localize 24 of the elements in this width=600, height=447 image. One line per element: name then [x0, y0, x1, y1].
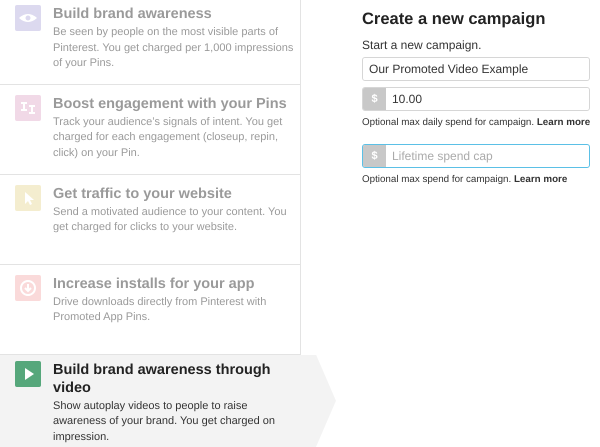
learn-more-link[interactable]: Learn more	[514, 174, 568, 185]
form-title: Create a new campaign	[362, 10, 546, 29]
objective-title: Boost engagement with your Pins	[53, 94, 288, 113]
objective-description: Track your audience’s signals of intent. You get charged for each engagement (closeup, repin, click) on your Pin.	[53, 114, 284, 161]
objective-description: Drive downloads directly from Pinterest with Promoted App Pins.	[53, 294, 268, 326]
objective-description: Be seen by people on the most visible parts of Pinterest. You get charged per 1,000 impressions of your Pins.	[53, 25, 294, 71]
dollar-prefix: $	[363, 145, 386, 167]
objective-option[interactable]: Build brand awareness through video Show autoplay videos to people to raise awareness of your brand. You get charged on impression.	[0, 354, 336, 447]
objective-title: Increase installs for your app	[53, 274, 256, 293]
amount-input[interactable]: 10.00	[386, 91, 590, 107]
objective-description: Show autoplay videos to people to raise awareness of your brand. You get charged on impression.	[53, 398, 276, 444]
amount-input[interactable]: Lifetime spend cap	[386, 148, 590, 164]
name-input[interactable]: Our Promoted Video Example	[369, 61, 590, 77]
campaign-name-field[interactable]: Our Promoted Video Example	[362, 57, 590, 81]
learn-more-link[interactable]: Learn more	[536, 117, 590, 128]
objective-title: Build brand awareness	[53, 5, 213, 23]
help-text: Optional max daily spend for campaign. Learn more	[362, 117, 590, 128]
objective-title: Get traffic to your website	[53, 184, 233, 203]
help-text: Optional max spend for campaign. Learn more	[362, 174, 568, 185]
objective-title: Build brand awareness through video	[53, 360, 272, 396]
objective-description: Send a motivated audience to your content. You get charged for clicks to your website.	[53, 204, 288, 236]
budget-field[interactable]: $ 10.00	[362, 87, 590, 111]
form-subtitle: Start a new campaign.	[362, 38, 482, 52]
dollar-prefix: $	[363, 88, 386, 110]
